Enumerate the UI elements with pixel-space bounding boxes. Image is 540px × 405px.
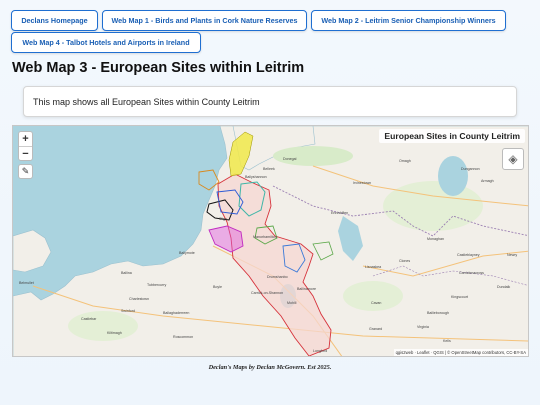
town-label: Newry — [507, 253, 517, 257]
town-label: Monaghan — [427, 237, 444, 241]
nav-button-web-map-4[interactable]: Web Map 4 - Talbot Hotels and Airports i… — [11, 32, 201, 53]
town-label: Tubbercurry — [147, 283, 166, 287]
description-text: This map shows all European Sites within… — [33, 96, 260, 107]
town-label: Belleek — [263, 167, 275, 171]
town-label: Swinford — [121, 309, 135, 313]
town-label: Roscommon — [173, 335, 193, 339]
green-area — [383, 181, 483, 231]
town-label: Ballina — [121, 271, 132, 275]
nav-button-web-map-2[interactable]: Web Map 2 - Leitrim Senior Championship … — [311, 10, 506, 31]
zoom-in-button[interactable]: + — [19, 132, 32, 146]
town-label: Kiltimagh — [107, 331, 122, 335]
town-label: Castlebar — [81, 317, 97, 321]
town-label: Ballaghaderreen — [163, 311, 189, 315]
town-label: Sligo — [219, 217, 227, 221]
description-box: This map shows all European Sites within… — [23, 86, 517, 117]
town-label: Mohill — [287, 301, 297, 305]
town-label: Carrickmacross — [459, 271, 484, 275]
town-label: Virginia — [417, 325, 429, 329]
measure-icon[interactable]: ✎ — [18, 164, 33, 179]
town-label: Dungannon — [461, 167, 480, 171]
page-title: Web Map 3 - European Sites within Leitri… — [12, 60, 305, 76]
town-label: Lisnaskea — [365, 265, 381, 269]
town-label: Dundalk — [497, 285, 510, 289]
town-label: Granard — [369, 327, 382, 331]
town-label: Kingscourt — [451, 295, 468, 299]
map-title: European Sites in County Leitrim — [379, 129, 525, 143]
green-area — [273, 146, 353, 166]
green-area — [343, 281, 403, 311]
town-label: Irvinestown — [353, 181, 371, 185]
town-label: Castleblayney — [457, 253, 480, 257]
footer-text: Declan's Maps by Declan McGovern. Est 20… — [208, 364, 332, 371]
town-label: Drumshanbo — [267, 275, 288, 279]
town-label: Charlestown — [129, 297, 149, 301]
town-label: Kells — [443, 339, 451, 343]
town-label: Ballymote — [179, 251, 195, 255]
town-label: Belmullet — [19, 281, 34, 285]
town-label: Armagh — [481, 179, 494, 183]
zoom-out-button[interactable]: − — [19, 146, 32, 160]
town-label: Ballyshannon — [245, 175, 267, 179]
town-label: Donegal — [283, 157, 297, 161]
zoom-control: + − — [18, 131, 33, 161]
green-area — [68, 311, 138, 341]
town-label: Boyle — [213, 285, 222, 289]
nav-button-web-map-1[interactable]: Web Map 1 - Birds and Plants in Cork Nat… — [102, 10, 307, 31]
town-label: Ballinamore — [297, 287, 316, 291]
town-label: Manorhamilton — [253, 235, 277, 239]
town-label: Carrick-on-Shannon — [251, 291, 283, 295]
town-label: Longford — [313, 349, 327, 353]
town-label: Bailieborough — [427, 311, 449, 315]
map-attribution[interactable]: qgis2web · Leaflet · QGIS | © OpenStreet… — [393, 349, 528, 356]
nav-button-homepage[interactable]: Declans Homepage — [11, 10, 98, 31]
layers-icon[interactable]: ◈ — [502, 148, 524, 170]
town-label: Omagh — [399, 159, 411, 163]
lough-neagh — [438, 156, 468, 196]
town-label: Clones — [399, 259, 410, 263]
web-map[interactable]: Donegal Sligo Ballyshannon Enniskillen O… — [12, 125, 529, 357]
town-label: Enniskillen — [331, 211, 348, 215]
map-canvas[interactable]: Donegal Sligo Ballyshannon Enniskillen O… — [13, 126, 529, 357]
town-label: Cavan — [371, 301, 381, 305]
